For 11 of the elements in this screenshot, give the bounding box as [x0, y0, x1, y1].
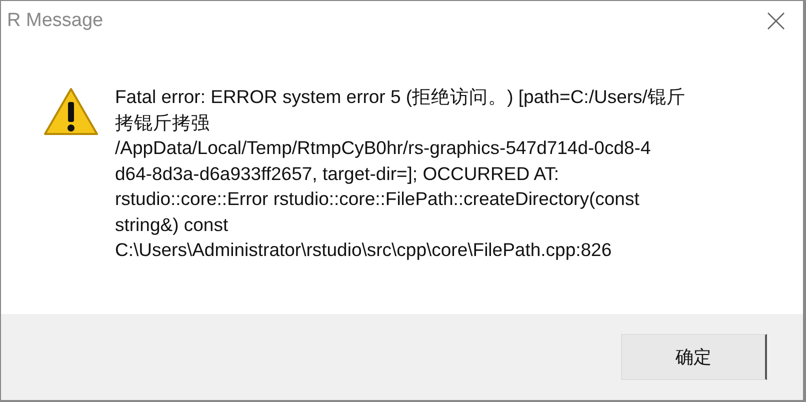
error-message-line: /AppData/Local/Temp/RtmpCyB0hr/rs-graphics-547d714d-0cd8-4	[115, 136, 652, 160]
error-message-line: Fatal error: ERROR system error 5 (拒绝访问。) [path=C:/Users/锟斤	[115, 85, 686, 109]
error-message-line: rstudio::core::Error rstudio::core::FilePath::createDirectory(const	[115, 187, 640, 211]
ok-button[interactable]: 确定	[621, 334, 767, 380]
error-message-line: C:\Users\Administrator\rstudio\src\cpp\core\FilePath.cpp:826	[115, 238, 613, 262]
window-title: R Message	[7, 10, 104, 32]
warning-icon	[43, 87, 99, 137]
close-icon[interactable]	[767, 12, 785, 30]
error-message-line: 拷锟斤拷强	[115, 110, 211, 134]
error-message-line: string&) const	[115, 212, 230, 237]
error-message-line: d64-8d3a-d6a933ff2657, target-dir=]; OCCURRED AT:	[115, 162, 560, 186]
